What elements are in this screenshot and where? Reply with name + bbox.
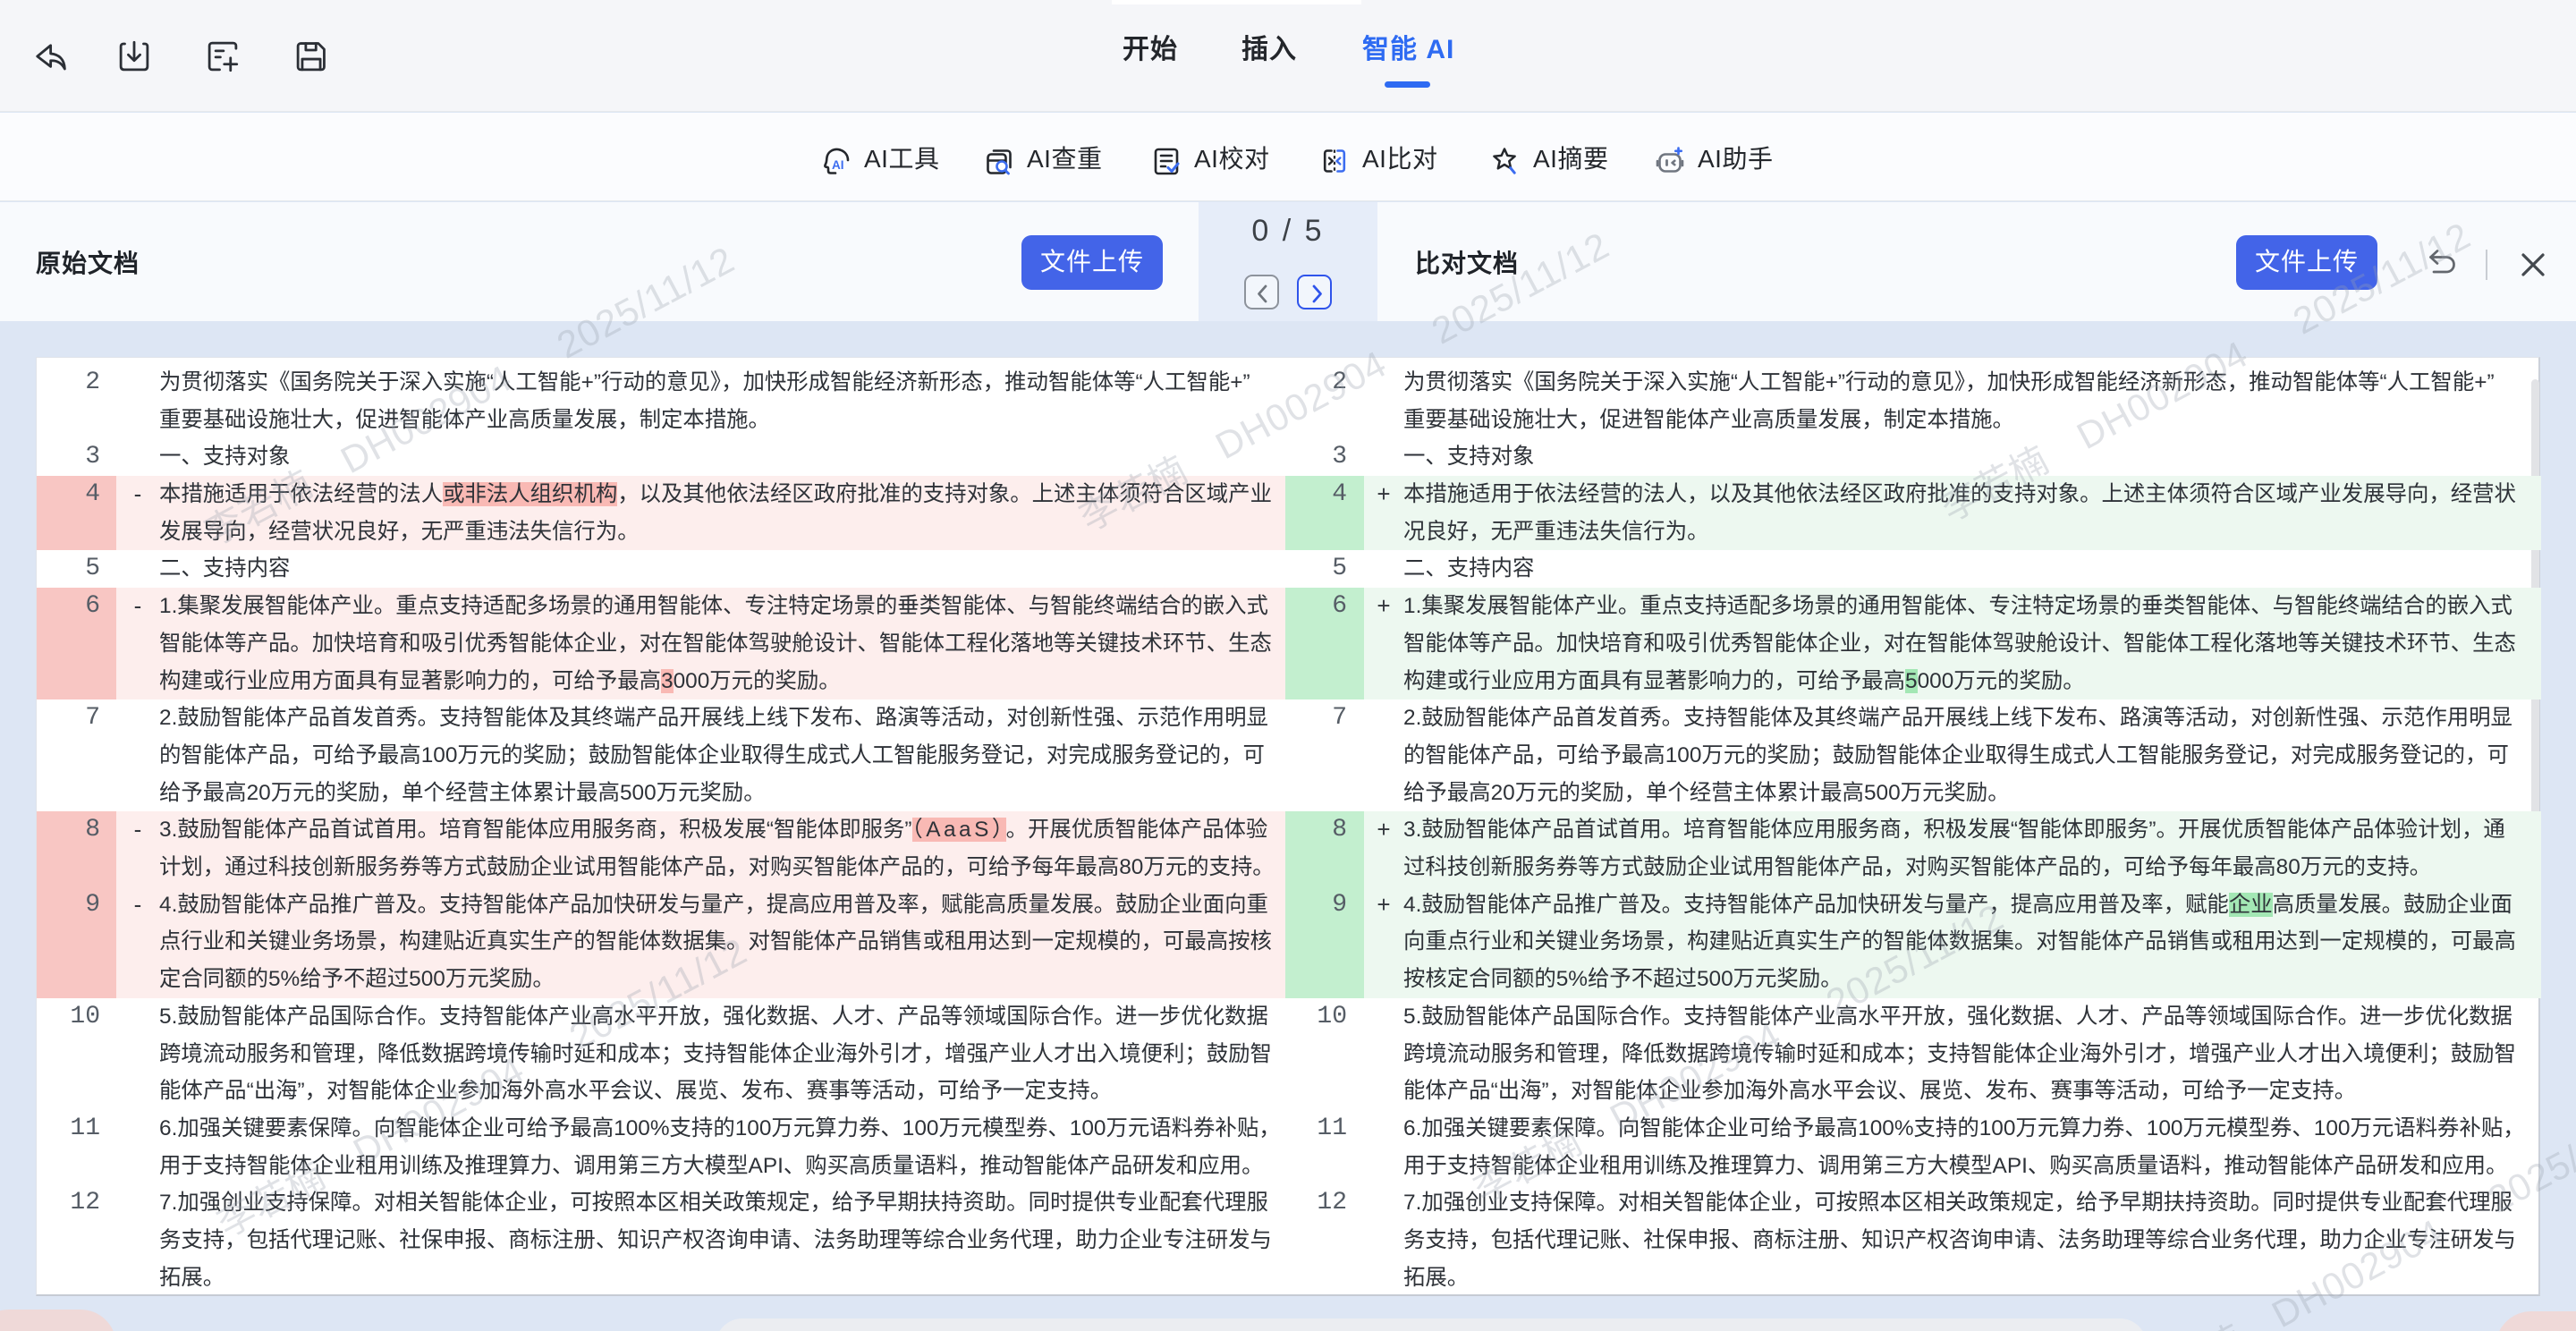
svg-text:AI: AI xyxy=(832,158,844,172)
